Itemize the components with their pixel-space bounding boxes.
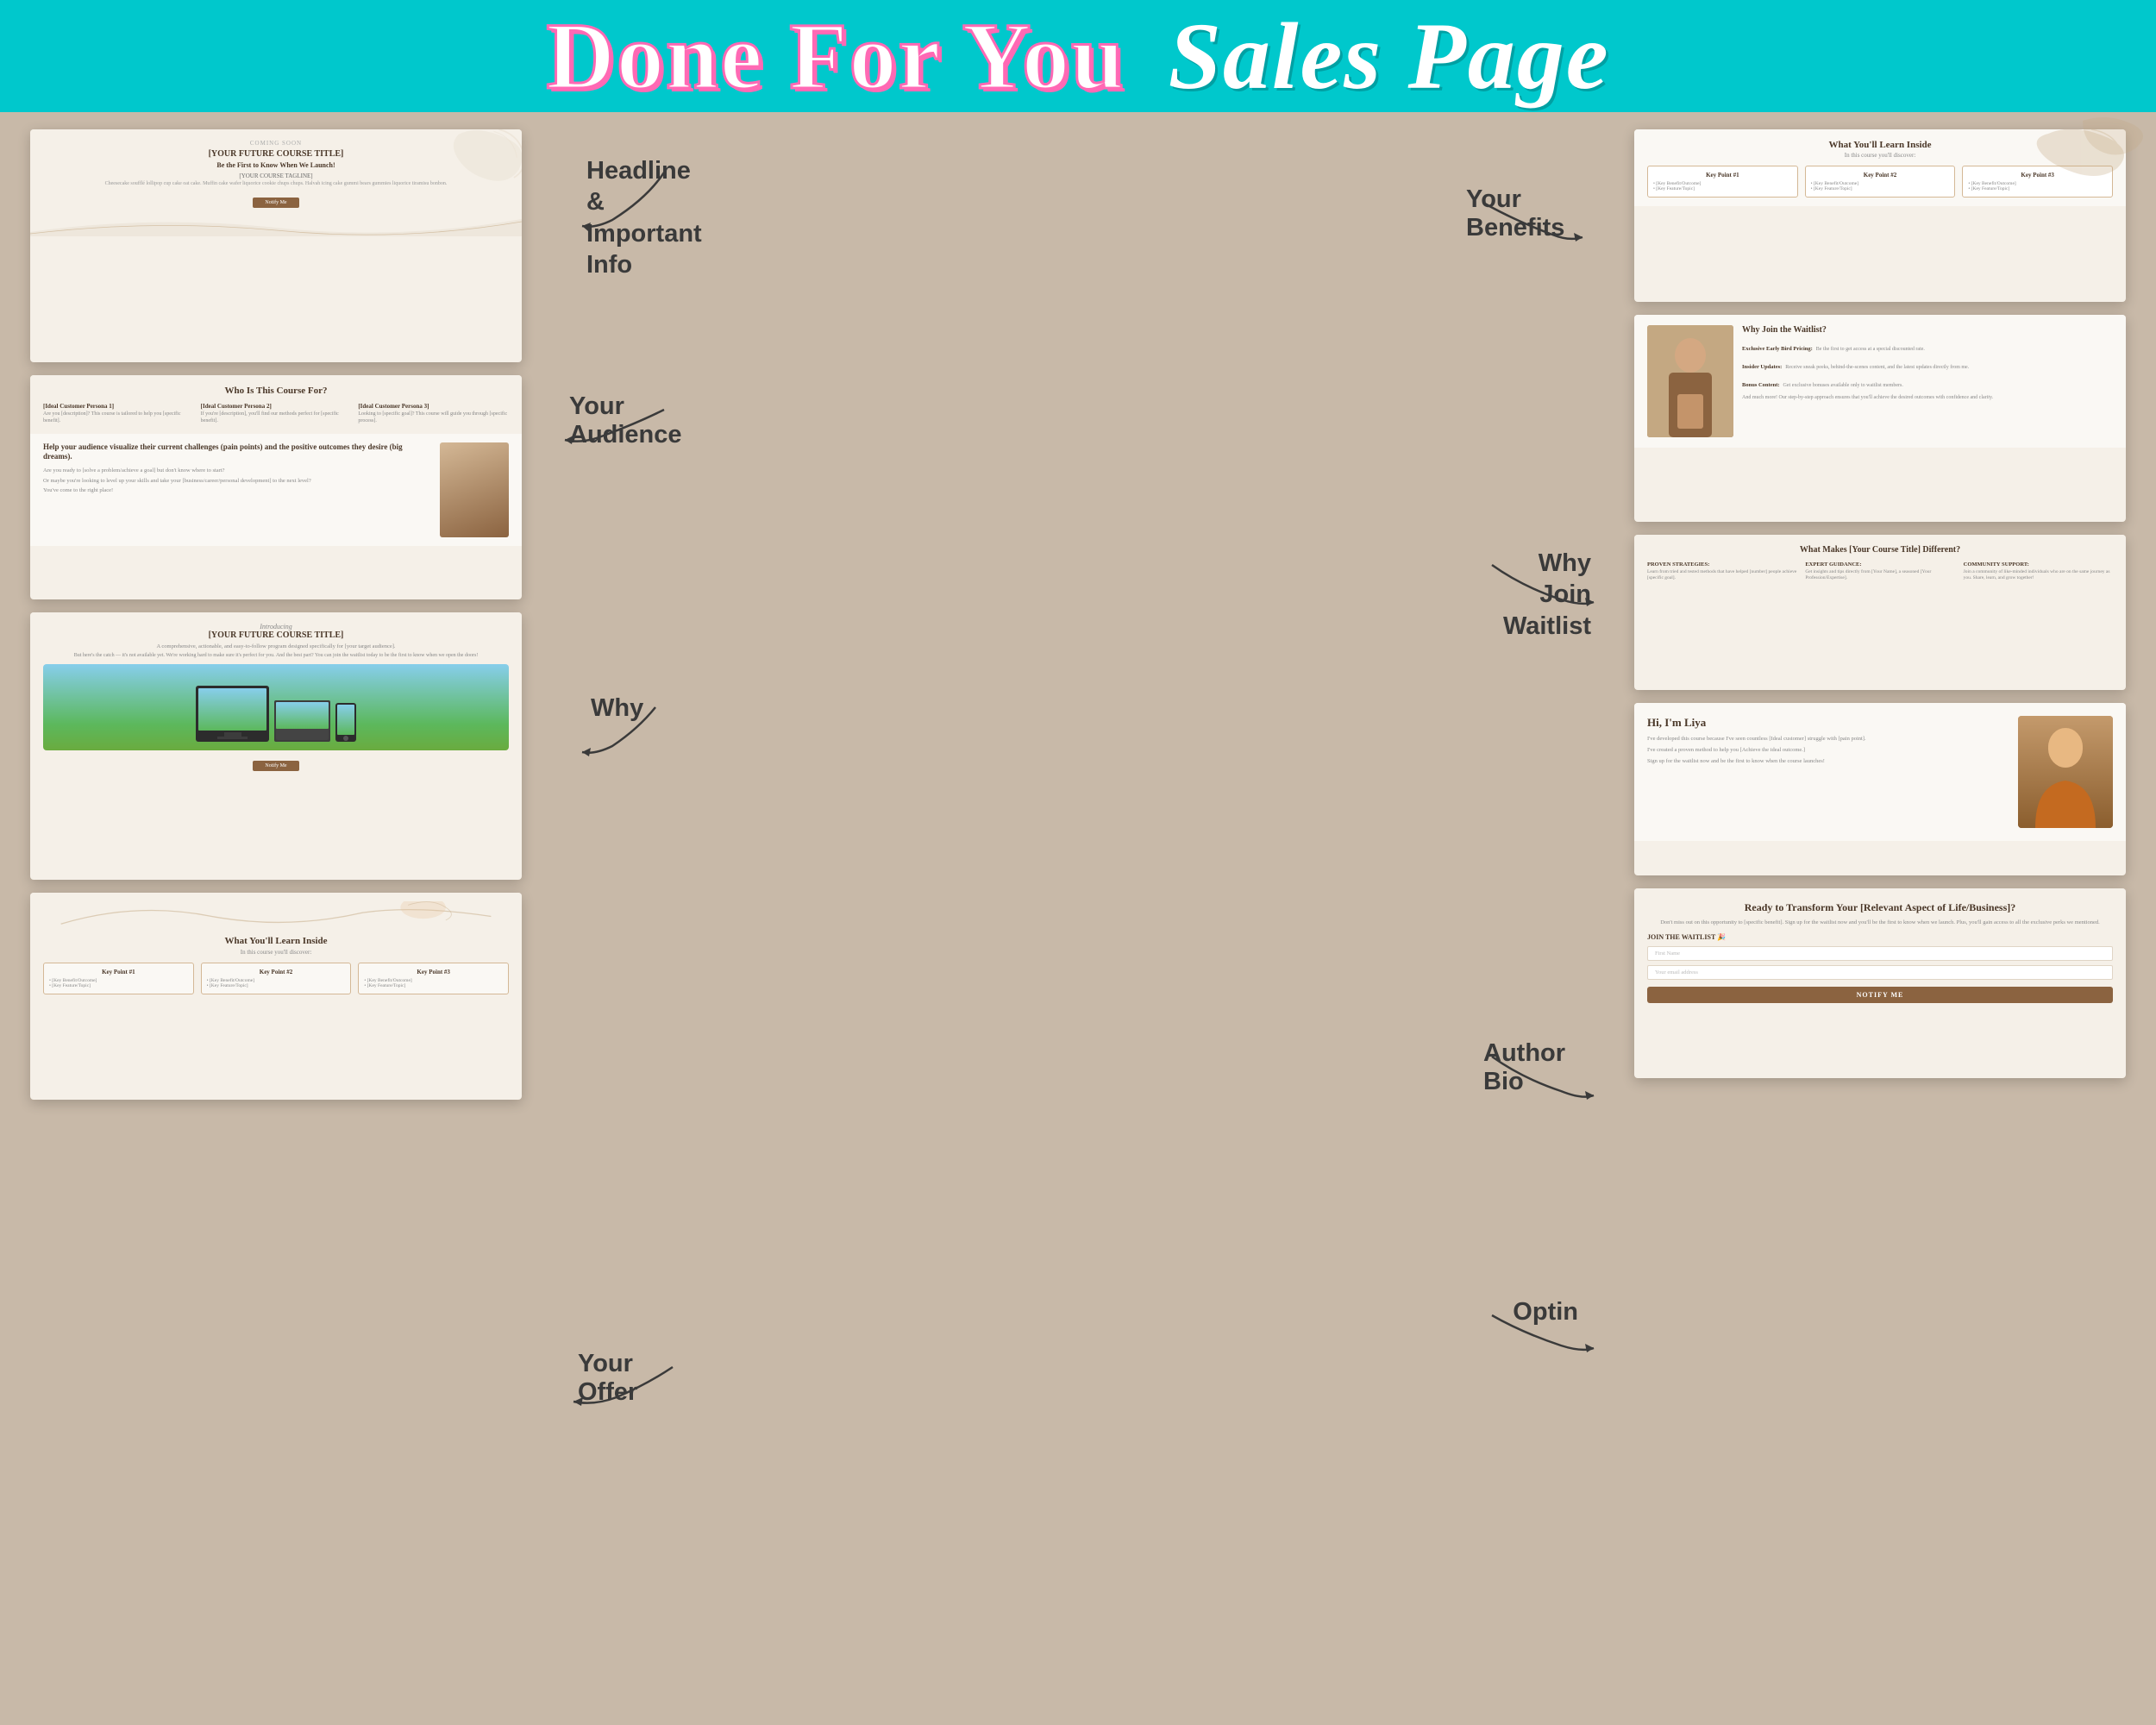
waitlist-image (1647, 325, 1733, 437)
audience-label-area: Your Audience (561, 397, 673, 453)
audience-label: Your Audience (569, 392, 682, 449)
benefits-label: Your Benefits (1466, 185, 1578, 242)
mockup-optin: Ready to Transform Your [Relevant Aspect… (1634, 888, 2126, 1078)
author-bio-text: I've developed this course because I've … (1647, 735, 2008, 743)
header-banner: Done For You Sales Page (0, 0, 2156, 112)
header-title: Done For You Sales Page (546, 9, 1609, 104)
audience-headline: Help your audience visualize their curre… (43, 442, 431, 462)
optin-email-field[interactable]: Your email address (1647, 965, 2113, 980)
offer-floral-top (43, 901, 509, 932)
benefits-label-area: Your Benefits (1466, 190, 1587, 254)
waitlist-title: Why Join the Waitlist? (1742, 325, 2113, 335)
different-title: What Makes [Your Course Title] Different… (1647, 545, 2113, 555)
audience-col1: [Ideal Customer Persona 1] Are you [desc… (43, 403, 194, 425)
why-label: Why (591, 694, 643, 723)
headline-label-area: Headline &ImportantInfo (578, 164, 681, 237)
mockup-author: Hi, I'm Liya I've developed this course … (1634, 703, 2126, 875)
why-notify-button[interactable]: Notify Me (253, 761, 298, 771)
why-label-area: Why (578, 699, 664, 763)
headline-label: Headline &ImportantInfo (586, 155, 702, 280)
mockup-audience: Who Is This Course For? [Ideal Customer … (30, 375, 522, 599)
offer-label-area: Your Offer (569, 1354, 681, 1419)
woman-image (440, 442, 509, 537)
optin-title: Ready to Transform Your [Relevant Aspect… (1647, 901, 2113, 914)
audience-col2: [Ideal Customer Persona 2] If you're [de… (201, 403, 352, 425)
curve-decoration (30, 215, 522, 236)
audience-title: Who Is This Course For? (43, 386, 509, 396)
offer-kp2: Key Point #2 • [Key Benefit/Outcome] • [… (201, 963, 352, 994)
mockup-waitlist: Why Join the Waitlist? Exclusive Early B… (1634, 315, 2126, 522)
devices-image (43, 664, 509, 750)
optin-submit-button[interactable]: NOTIFY ME (1647, 987, 2113, 1003)
notify-button[interactable]: Notify Me (253, 198, 298, 208)
optin-first-name-field[interactable]: First Name (1647, 946, 2113, 961)
mockup-different: What Makes [Your Course Title] Different… (1634, 535, 2126, 690)
monitor-device (196, 686, 269, 742)
offer-label: Your Offer (578, 1350, 681, 1407)
mockup-offer: What You'll Learn Inside In this course … (30, 893, 522, 1100)
mockup-coming-soon: COMING SOON [YOUR FUTURE COURSE TITLE] B… (30, 129, 522, 362)
left-panel: COMING SOON [YOUR FUTURE COURSE TITLE] B… (0, 112, 552, 1725)
optin-label: Optin (1513, 1298, 1578, 1327)
offer-title: What You'll Learn Inside (43, 936, 509, 946)
author-greeting: Hi, I'm Liya (1647, 716, 2008, 730)
author-photo (2018, 716, 2113, 828)
different-col1: PROVEN STRATEGIES: Learn from tried and … (1647, 561, 1796, 581)
author-bio-label-area: Author Bio (1483, 1044, 1595, 1117)
header-title-part2: Sales Page (1169, 3, 1610, 109)
header-title-part1: Done For You (546, 3, 1125, 109)
main-content: COMING SOON [YOUR FUTURE COURSE TITLE] B… (0, 112, 2156, 1725)
offer-kp1: Key Point #1 • [Key Benefit/Outcome] • [… (43, 963, 194, 994)
floral-decoration (436, 129, 522, 190)
audience-col3: [Ideal Customer Persona 3] Looking to [s… (358, 403, 509, 425)
optin-join-label: JOIN THE WAITLIST 🎉 (1647, 933, 2113, 941)
why-join-label-area: Why JoinWaitlist (1483, 552, 1595, 625)
optin-label-area: Optin (1483, 1302, 1595, 1367)
optin-text: Don't miss out on this opportunity to [s… (1647, 919, 2113, 926)
mockup-benefits: What You'll Learn Inside In this course … (1634, 129, 2126, 302)
phone-device (335, 703, 356, 742)
different-col3: COMMUNITY SUPPORT: Join a community of l… (1964, 561, 2113, 581)
offer-kp3: Key Point #3 • [Key Benefit/Outcome] • [… (358, 963, 509, 994)
laptop-device (274, 700, 330, 742)
center-labels: Headline &ImportantInfo Your Audience Wh… (552, 112, 1604, 1725)
right-panel: What You'll Learn Inside In this course … (1604, 112, 2156, 1725)
different-col2: EXPERT GUIDANCE: Get insights and tips d… (1805, 561, 1954, 581)
author-bio-label: Author Bio (1483, 1039, 1591, 1096)
mockup-why: Introducing [YOUR FUTURE COURSE TITLE] A… (30, 612, 522, 880)
why-join-label: Why JoinWaitlist (1483, 548, 1591, 642)
